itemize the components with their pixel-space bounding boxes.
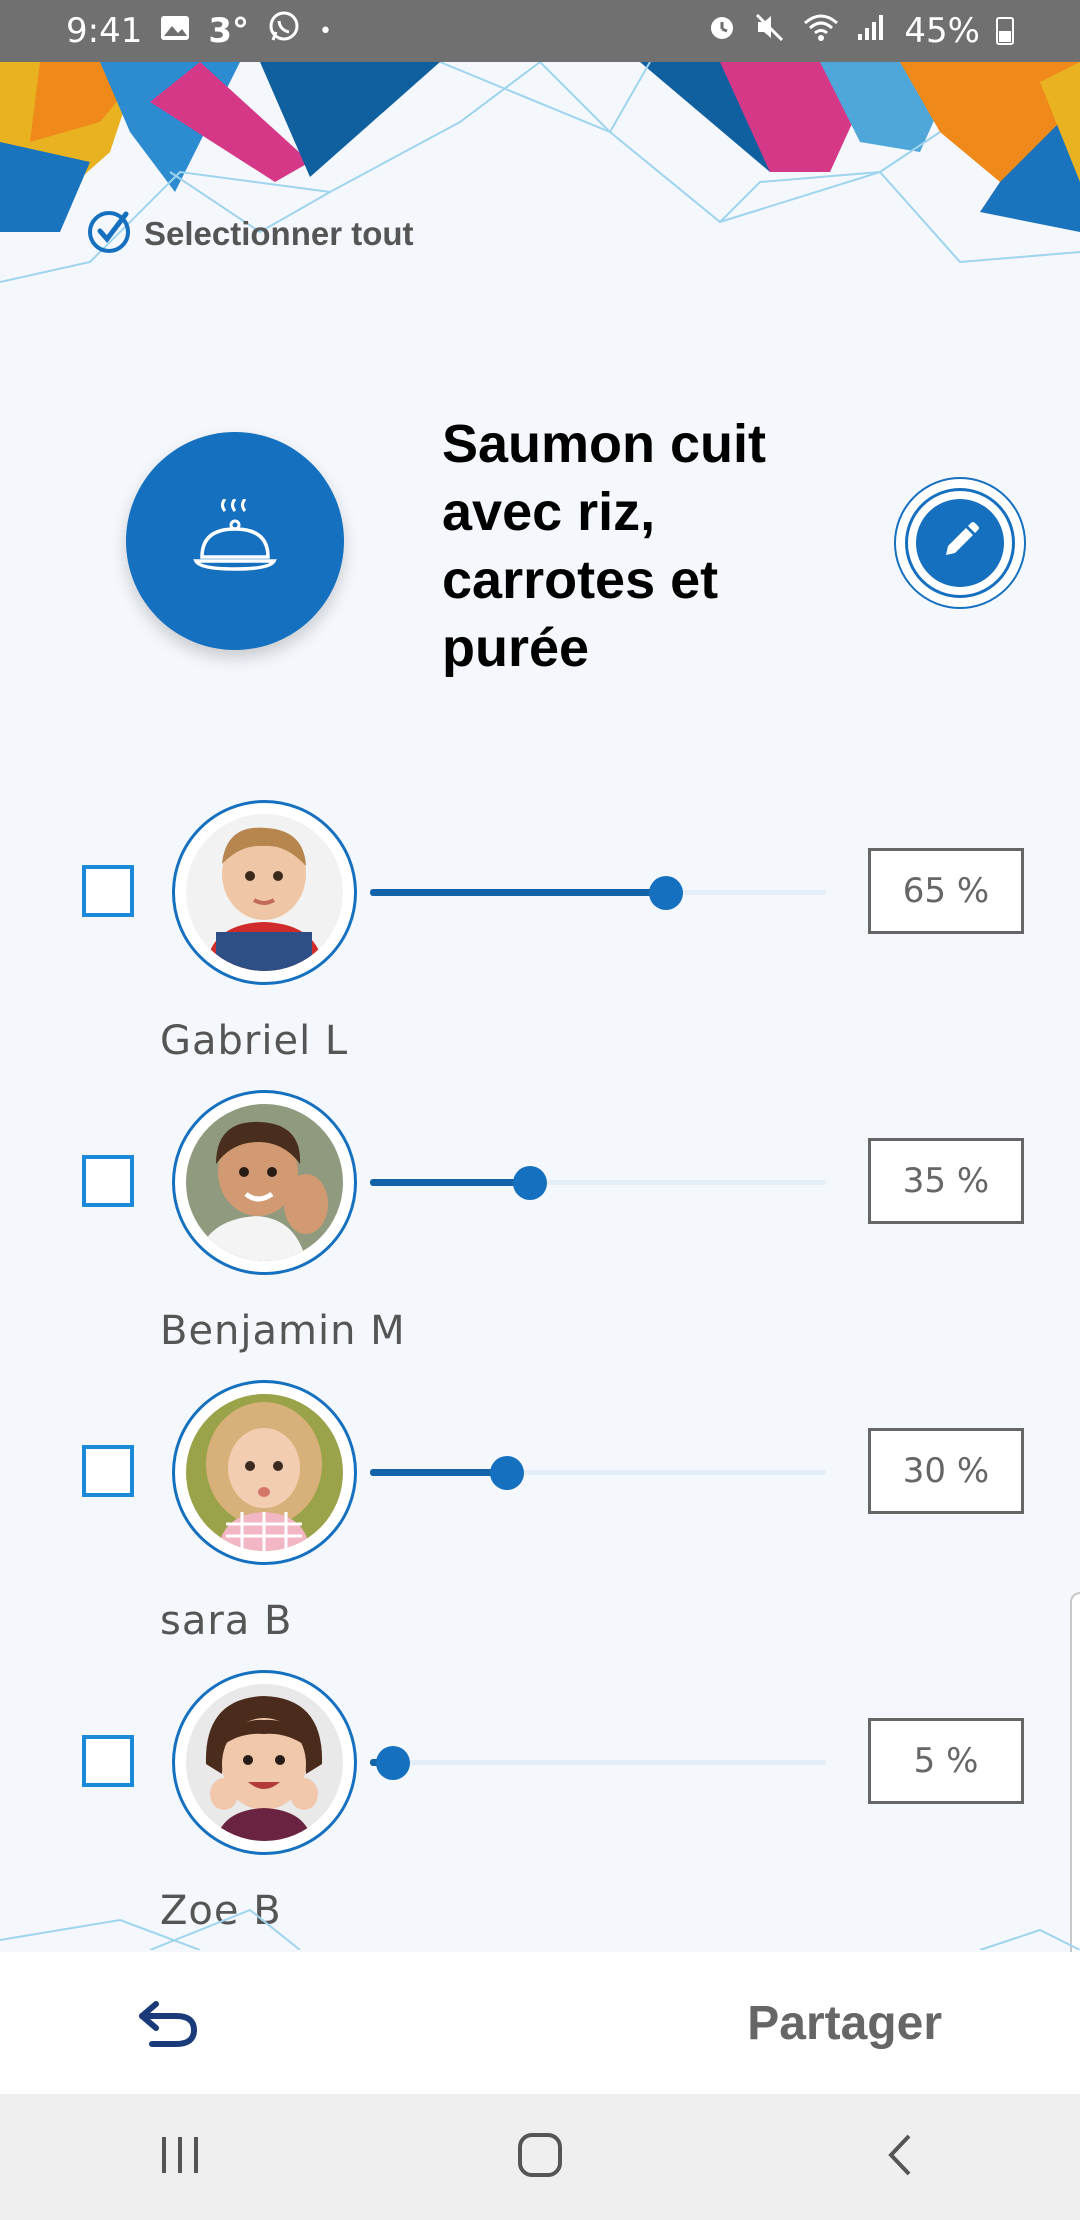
percent-field[interactable]: 35 %: [868, 1138, 1024, 1224]
portion-slider[interactable]: [370, 1746, 826, 1780]
child-name: Benjamin M: [160, 1308, 406, 1354]
child-avatar: [172, 1090, 357, 1275]
child-row: 30 % sara B: [0, 1380, 1080, 1670]
recent-apps-icon: [158, 2135, 202, 2180]
slider-thumb[interactable]: [376, 1746, 410, 1780]
system-nav-bar: [0, 2094, 1080, 2220]
slider-fill: [370, 1179, 530, 1186]
child-avatar: [172, 1670, 357, 1855]
meal-icon-badge: [126, 432, 344, 650]
slider-thumb[interactable]: [513, 1166, 547, 1200]
child-name: sara B: [160, 1598, 293, 1644]
child-row: 65 % Gabriel L: [0, 800, 1080, 1090]
home-button[interactable]: [500, 2127, 580, 2187]
slider-thumb[interactable]: [649, 876, 683, 910]
child-checkbox[interactable]: [82, 1735, 134, 1787]
battery-percent: 45%: [904, 11, 980, 51]
percent-field[interactable]: 30 %: [868, 1428, 1024, 1514]
child-checkbox[interactable]: [82, 1445, 134, 1497]
status-time: 9:41: [66, 11, 143, 51]
slider-track: [370, 1760, 826, 1765]
whatsapp-icon: [267, 10, 301, 53]
back-button[interactable]: [132, 1996, 202, 2052]
share-button[interactable]: Partager: [747, 1996, 942, 2051]
status-bar: 9:41 3° • 45%: [0, 0, 1080, 62]
mute-icon: [754, 11, 786, 52]
recent-apps-button[interactable]: [140, 2127, 220, 2187]
slider-fill: [370, 1469, 507, 1476]
percent-field[interactable]: 65 %: [868, 848, 1024, 934]
slider-thumb[interactable]: [490, 1456, 524, 1490]
percent-field[interactable]: 5 %: [868, 1718, 1024, 1804]
alarm-icon: [706, 11, 738, 52]
pencil-icon: [938, 519, 982, 568]
action-bar: Partager: [0, 1952, 1080, 2094]
wifi-icon: [802, 11, 840, 52]
child-photo-sara: [186, 1394, 343, 1551]
cloche-icon: [190, 497, 280, 584]
chevron-left-icon: [885, 2132, 915, 2183]
child-checkbox[interactable]: [82, 1155, 134, 1207]
status-right: 45%: [706, 11, 1080, 52]
slider-fill: [370, 889, 666, 896]
check-circle-icon: [86, 208, 132, 259]
select-all-label: Selectionner tout: [144, 214, 414, 252]
child-row: 35 % Benjamin M: [0, 1090, 1080, 1380]
child-avatar: [172, 1380, 357, 1565]
gallery-icon: [160, 14, 190, 49]
portion-slider[interactable]: [370, 876, 826, 910]
status-temperature: 3°: [208, 11, 250, 51]
battery-icon: [996, 17, 1014, 45]
edit-meal-button[interactable]: [894, 477, 1026, 609]
edit-button-core: [916, 499, 1004, 587]
child-photo-zoe: [186, 1684, 343, 1841]
child-photo-gabriel: [186, 814, 343, 971]
system-back-button[interactable]: [860, 2127, 940, 2187]
home-icon: [517, 2132, 563, 2183]
portion-slider[interactable]: [370, 1456, 826, 1490]
meal-title: Saumon cuit avec riz, carrotes et purée: [442, 414, 767, 678]
return-arrow-icon: [132, 2001, 202, 2056]
edit-button-ring: [905, 488, 1015, 598]
child-name: Gabriel L: [160, 1018, 349, 1064]
child-photo-benjamin: [186, 1104, 343, 1261]
header-decoration: [0, 62, 1080, 283]
select-all-toggle[interactable]: Selectionner tout: [86, 208, 414, 259]
status-dot: •: [319, 18, 333, 44]
signal-icon: [856, 11, 888, 51]
child-checkbox[interactable]: [82, 865, 134, 917]
child-avatar: [172, 800, 357, 985]
footer-decoration: [0, 1908, 1080, 1950]
status-left: 9:41 3° •: [0, 10, 332, 53]
portion-slider[interactable]: [370, 1166, 826, 1200]
